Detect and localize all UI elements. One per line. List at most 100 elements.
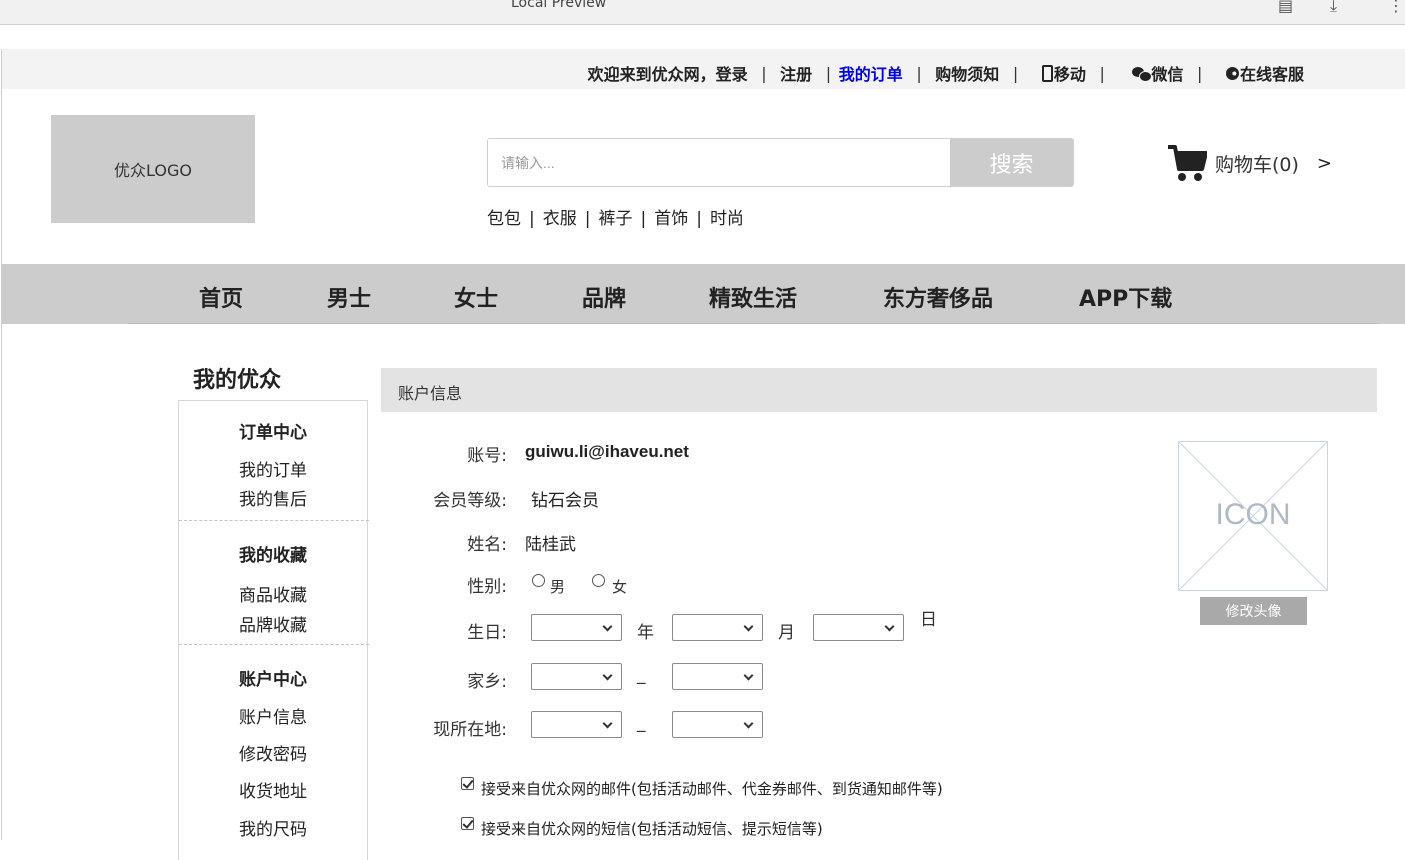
wechat-label: 微信 <box>1151 65 1184 84</box>
sidebar-group-favorites: 我的收藏 <box>239 546 307 566</box>
nav-app-download[interactable]: APP下载 <box>1079 281 1172 313</box>
nav-women[interactable]: 女士 <box>454 281 498 313</box>
gender-female-radio[interactable] <box>592 574 605 587</box>
document-icon[interactable]: ▤ <box>1278 0 1293 15</box>
gender-male-radio[interactable] <box>532 574 545 587</box>
search-button[interactable]: 搜索 <box>950 139 1073 186</box>
quick-sep: | <box>640 209 647 229</box>
my-orders-link[interactable]: 我的订单 <box>839 61 903 85</box>
name-value: 陆桂武 <box>525 535 576 555</box>
separator: | <box>825 63 832 83</box>
sidebar-item-my-orders[interactable]: 我的订单 <box>239 456 307 481</box>
quick-link-jewelry[interactable]: 首饰 <box>654 209 688 229</box>
nav-fine-living[interactable]: 精致生活 <box>709 281 797 313</box>
sidebar-item-brand-favorites[interactable]: 品牌收藏 <box>239 611 307 636</box>
top-bar: 欢迎来到优众网，登录 | 注册 | 我的订单 | 购物须知 | 移动 | 微信 … <box>2 49 1405 89</box>
mobile-label: 移动 <box>1053 65 1086 84</box>
quick-sep: | <box>584 209 591 229</box>
page: 欢迎来到优众网，登录 | 注册 | 我的订单 | 购物须知 | 移动 | 微信 … <box>1 49 1405 860</box>
gender-male-label: 男 <box>550 578 566 596</box>
more-icon[interactable]: ⋮ <box>1388 0 1404 15</box>
nav-oriental-luxury[interactable]: 东方奢侈品 <box>883 281 993 313</box>
sms-opt-checkbox[interactable] <box>461 817 474 830</box>
birthday-day-select[interactable] <box>813 614 904 641</box>
wechat-link[interactable]: 微信 <box>1132 61 1183 85</box>
avatar-icon-text: ICON <box>1215 498 1291 531</box>
birthday-label: 生日: <box>467 623 507 643</box>
sidebar: 订单中心 我的订单 我的售后 我的收藏 商品收藏 品牌收藏 账户中心 账户信息 … <box>178 400 369 860</box>
nav-home[interactable]: 首页 <box>199 281 243 313</box>
birthday-year-select[interactable] <box>531 614 622 641</box>
sidebar-item-my-sizes[interactable]: 我的尺码 <box>239 815 307 840</box>
email-opt-label: 接受来自优众网的邮件(包括活动邮件、代金券邮件、到货通知邮件等) <box>481 780 943 798</box>
online-service-label: 在线客服 <box>1239 65 1304 84</box>
year-label: 年 <box>637 623 654 643</box>
main-nav: 首页 男士 女士 品牌 精致生活 东方奢侈品 APP下载 <box>2 264 1405 324</box>
quick-sep: | <box>529 209 535 229</box>
account-label: 账号: <box>467 446 507 466</box>
sidebar-group-account: 账户中心 <box>239 670 307 690</box>
browser-title: Local Preview <box>511 0 607 11</box>
search-input[interactable] <box>488 139 950 186</box>
residence-city-select[interactable] <box>672 711 763 738</box>
sidebar-divider <box>179 644 369 645</box>
mobile-icon <box>1041 64 1053 82</box>
separator: | <box>1012 63 1019 83</box>
register-link[interactable]: 注册 <box>780 61 812 85</box>
sidebar-title: 我的优众 <box>193 368 282 393</box>
cart-label: 购物车(0) <box>1215 153 1299 176</box>
sidebar-item-after-sales[interactable]: 我的售后 <box>239 485 307 510</box>
sidebar-item-account-info[interactable]: 账户信息 <box>239 703 307 728</box>
cart-icon <box>1168 145 1207 181</box>
quick-sep: | <box>696 209 702 229</box>
nav-divider <box>128 323 1378 324</box>
sms-opt-label: 接受来自优众网的短信(包括活动短信、提示短信等) <box>481 820 823 838</box>
nav-men[interactable]: 男士 <box>327 281 371 313</box>
nav-brands[interactable]: 品牌 <box>582 281 626 313</box>
month-label: 月 <box>778 623 795 643</box>
export-icon[interactable]: ⤓ <box>1330 0 1337 16</box>
top-links: 欢迎来到优众网，登录 | 注册 | 我的订单 | 购物须知 | 移动 | 微信 … <box>588 61 1304 85</box>
sidebar-item-shipping-address[interactable]: 收货地址 <box>239 777 307 802</box>
search-box: 搜索 <box>487 138 1074 187</box>
account-value: guiwu.li@ihaveu.net <box>525 442 689 461</box>
member-level-label: 会员等级: <box>433 491 507 511</box>
residence-dash: _ <box>637 713 646 733</box>
gender-female-label: 女 <box>612 578 628 596</box>
login-link[interactable]: 登录 <box>716 61 748 85</box>
quick-link-bags[interactable]: 包包 <box>487 209 521 229</box>
change-avatar-button[interactable]: 修改头像 <box>1200 597 1307 625</box>
residence-province-select[interactable] <box>531 711 622 738</box>
separator: | <box>916 63 922 83</box>
mobile-link[interactable]: 移动 <box>1041 61 1086 85</box>
hometown-province-select[interactable] <box>531 663 622 690</box>
online-service-link[interactable]: 在线客服 <box>1225 61 1304 85</box>
email-opt-checkbox[interactable] <box>461 777 474 790</box>
content-header: 账户信息 <box>381 368 1377 412</box>
quick-links: 包包 | 衣服 | 裤子 | 首饰 | 时尚 <box>487 204 744 229</box>
day-label: 日 <box>920 610 937 630</box>
shopping-guide-link[interactable]: 购物须知 <box>935 61 999 85</box>
separator: | <box>761 63 767 83</box>
gender-label: 性别: <box>467 577 507 597</box>
sidebar-group-orders: 订单中心 <box>239 423 307 443</box>
browser-bar: Local Preview ▤ ⤓ ⋮ <box>0 0 1405 25</box>
member-level-value: 钻石会员 <box>531 491 599 511</box>
sidebar-item-change-password[interactable]: 修改密码 <box>239 740 307 765</box>
hometown-city-select[interactable] <box>672 663 763 690</box>
cart-button[interactable]: 购物车(0) > <box>1167 143 1332 183</box>
quick-link-pants[interactable]: 裤子 <box>598 209 632 229</box>
hometown-dash: _ <box>637 665 646 685</box>
sidebar-item-product-favorites[interactable]: 商品收藏 <box>239 581 307 606</box>
quick-link-clothes[interactable]: 衣服 <box>543 209 577 229</box>
site-logo[interactable]: 优众LOGO <box>51 115 255 223</box>
separator: | <box>1099 63 1105 83</box>
welcome-text: 欢迎来到优众网， <box>587 65 716 84</box>
quick-link-fashion[interactable]: 时尚 <box>710 209 744 229</box>
cart-arrow-icon: > <box>1316 152 1333 174</box>
content-title: 账户信息 <box>398 384 463 403</box>
birthday-month-select[interactable] <box>672 614 763 641</box>
separator: | <box>1197 63 1203 83</box>
name-label: 姓名: <box>467 535 507 555</box>
avatar-placeholder: ICON <box>1178 441 1328 591</box>
